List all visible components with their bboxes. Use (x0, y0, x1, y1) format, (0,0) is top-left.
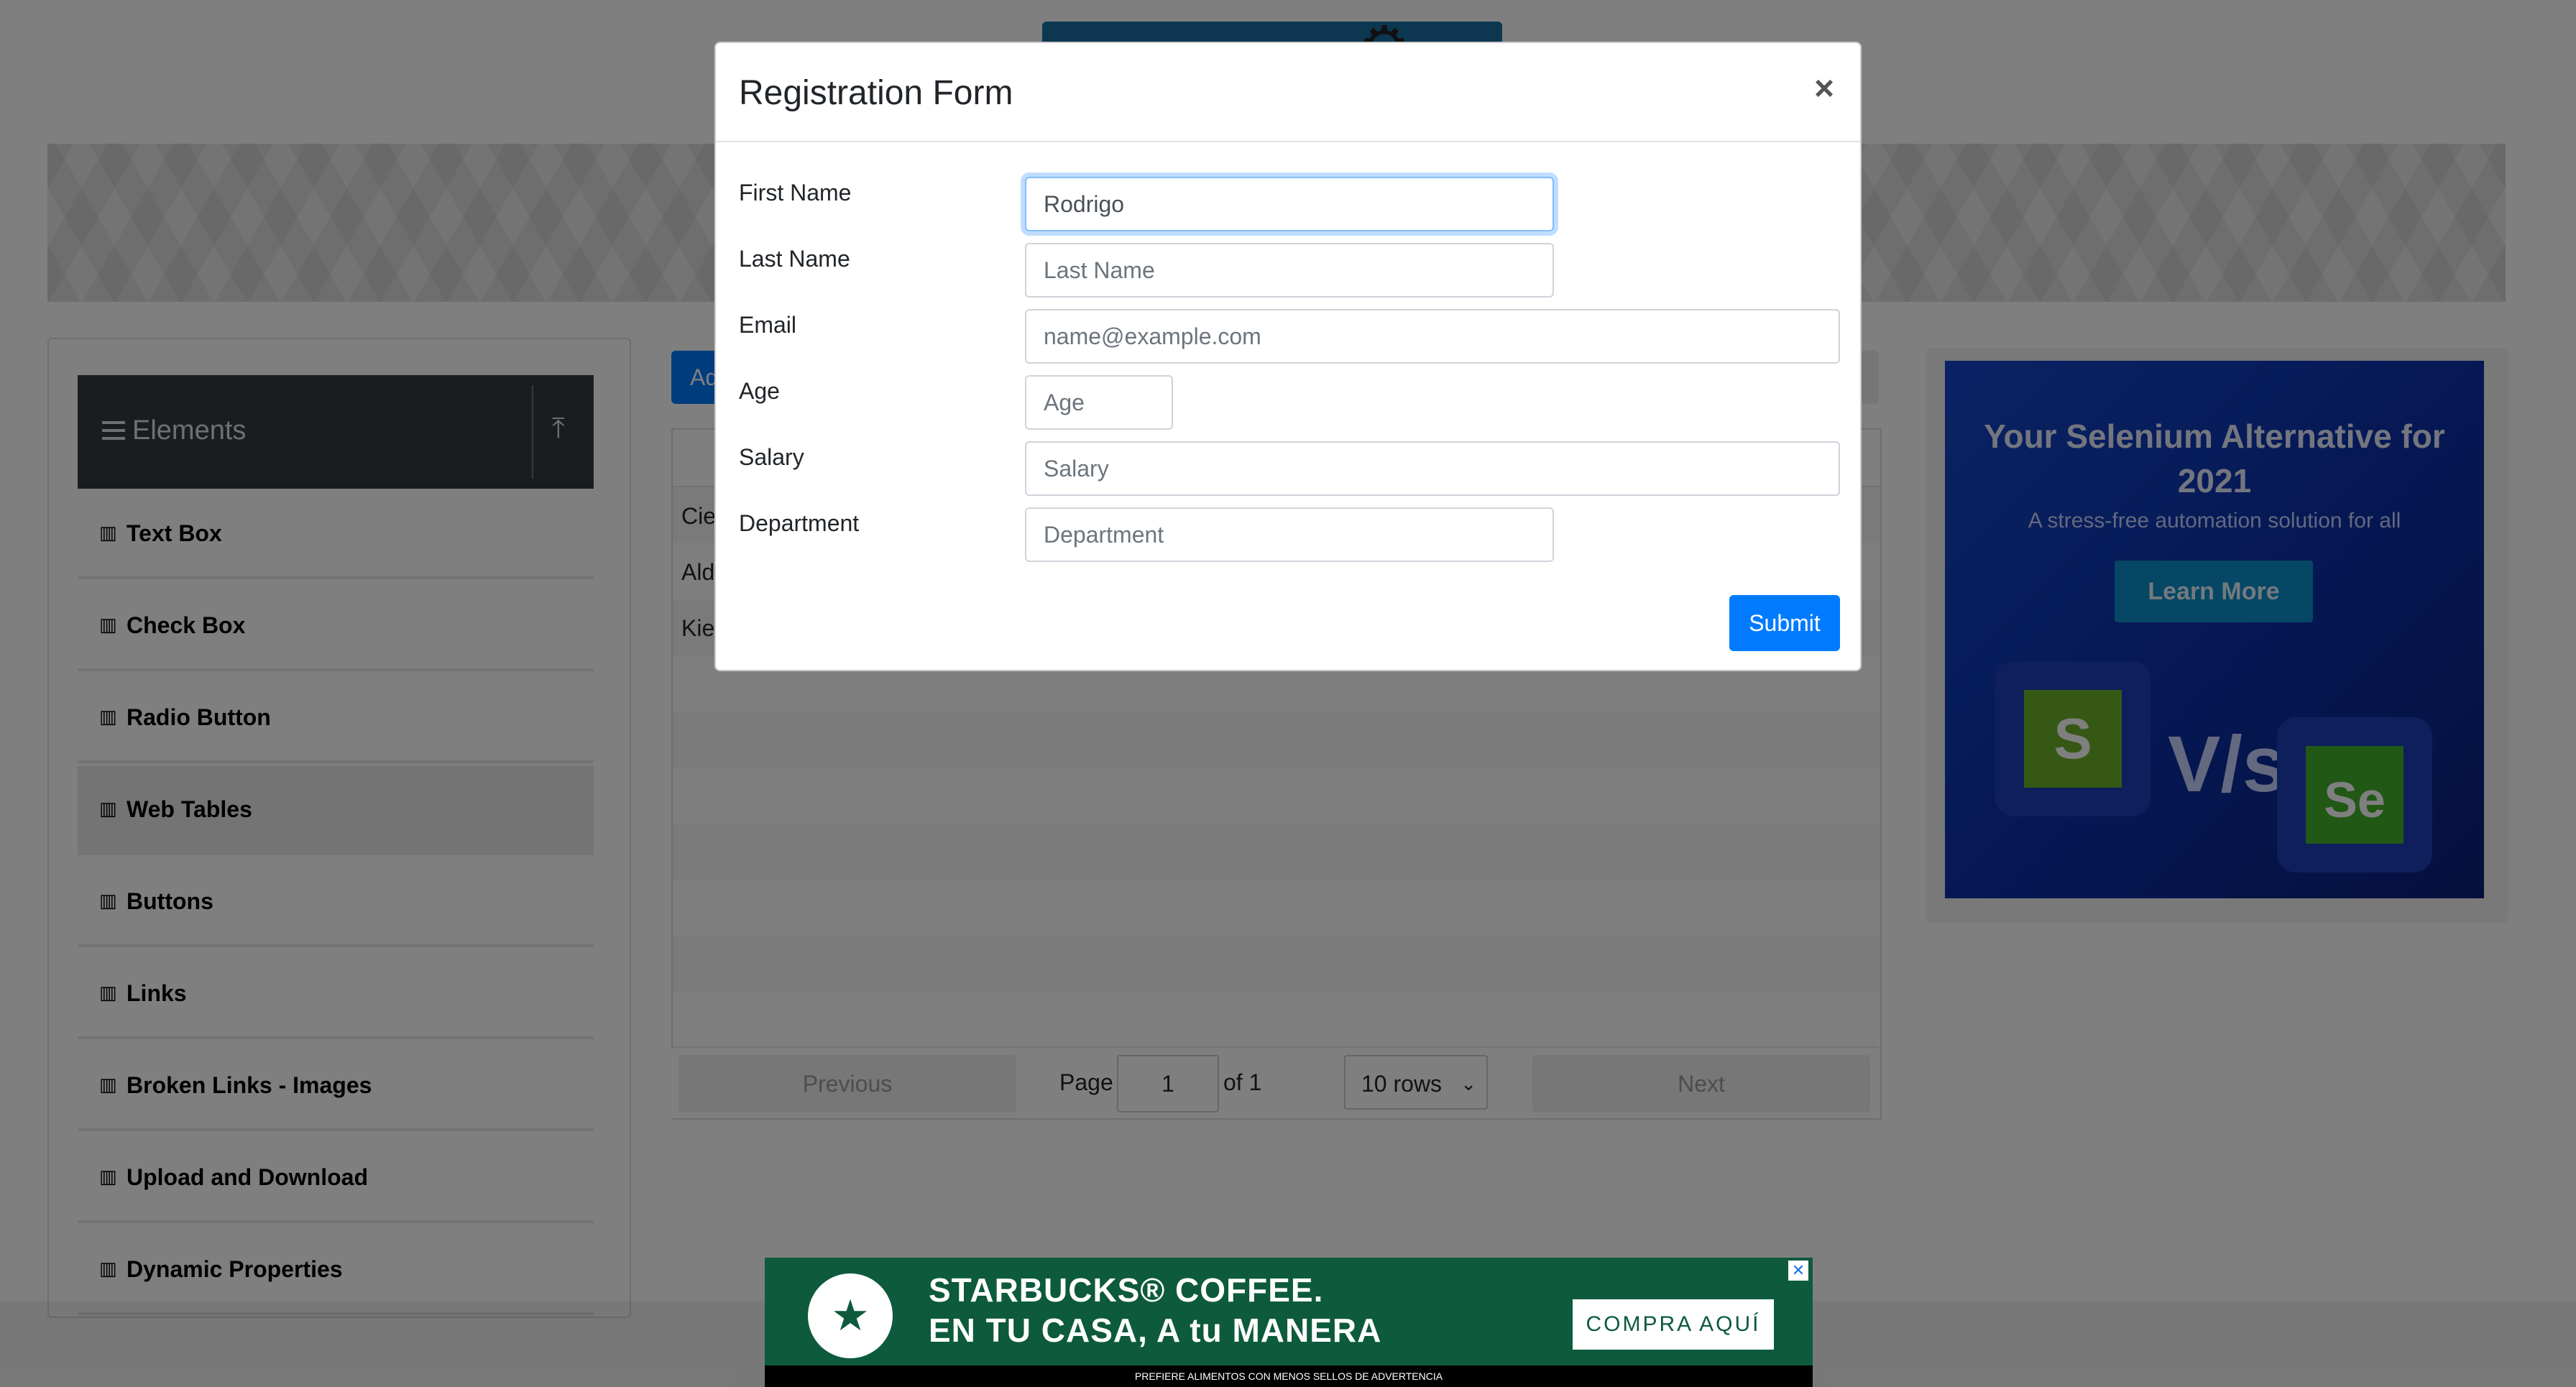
ad-line-1: STARBUCKS® COFFEE. (929, 1271, 1324, 1309)
buy-here-button[interactable]: COMPRA AQUÍ (1573, 1299, 1774, 1350)
close-icon[interactable]: × (1814, 69, 1834, 109)
submit-button[interactable]: Submit (1729, 595, 1840, 651)
first-name-input[interactable] (1025, 177, 1554, 231)
age-label: Age (739, 378, 780, 404)
salary-label: Salary (739, 444, 804, 470)
modal-header: Registration Form × (716, 43, 1860, 142)
close-ad-icon[interactable]: ✕ (1788, 1261, 1808, 1281)
starbucks-banner-ad[interactable]: ★ STARBUCKS® COFFEE. EN TU CASA, A tu MA… (765, 1258, 1813, 1387)
ad-disclaimer: PREFIERE ALIMENTOS CON MENOS SELLOS DE A… (765, 1365, 1813, 1387)
modal-title: Registration Form (739, 74, 1013, 112)
starbucks-logo-icon: ★ (808, 1273, 893, 1358)
department-input[interactable] (1025, 507, 1554, 562)
ad-line-2: EN TU CASA, A tu MANERA (929, 1312, 1382, 1349)
email-input[interactable] (1025, 309, 1840, 364)
age-input[interactable] (1025, 375, 1173, 430)
last-name-input[interactable] (1025, 243, 1554, 298)
salary-input[interactable] (1025, 441, 1840, 496)
first-name-label: First Name (739, 180, 852, 206)
department-label: Department (739, 510, 860, 536)
last-name-label: Last Name (739, 246, 850, 272)
email-label: Email (739, 312, 797, 338)
registration-modal: Registration Form × First Name Last Name… (714, 42, 1862, 671)
